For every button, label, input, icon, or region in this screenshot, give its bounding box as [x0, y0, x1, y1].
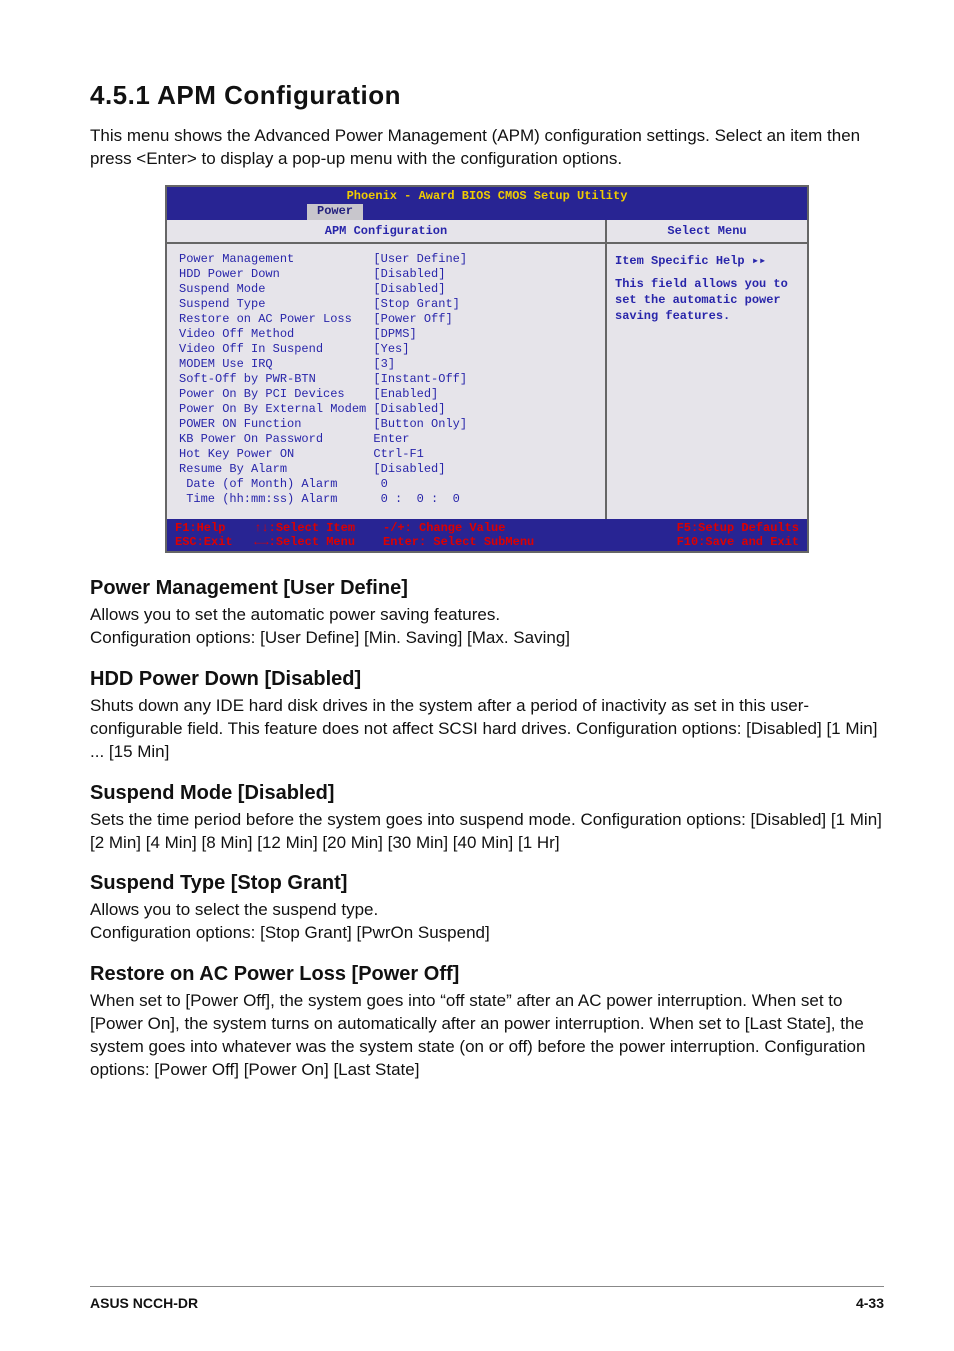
sub-heading-hdd-power-down: HDD Power Down [Disabled] — [90, 668, 884, 691]
bios-help-header: Select Menu — [607, 220, 807, 244]
bios-footer-right: F5:Setup Defaults F10:Save and Exit — [591, 521, 799, 549]
bios-title: Phoenix - Award BIOS CMOS Setup Utility — [167, 187, 807, 204]
sub-body-power-management: Allows you to set the automatic power sa… — [90, 604, 884, 650]
sub-heading-restore-ac: Restore on AC Power Loss [Power Off] — [90, 963, 884, 986]
bios-help-body: Item Specific Help ▸▸ This field allows … — [607, 244, 807, 334]
bios-help-line1: Item Specific Help ▸▸ — [615, 254, 799, 270]
bios-footer-mid: -/+: Change Value Enter: Select SubMenu — [383, 521, 591, 549]
bios-main: APM Configuration Power Management [User… — [167, 220, 607, 519]
bios-main-header: APM Configuration — [167, 220, 605, 244]
bios-footer: F1:Help ↑↓:Select Item ESC:Exit ←→:Selec… — [167, 519, 807, 551]
footer-left: ASUS NCCH-DR — [90, 1295, 198, 1311]
sub-body-hdd-power-down: Shuts down any IDE hard disk drives in t… — [90, 695, 884, 764]
sub-heading-power-management: Power Management [User Define] — [90, 577, 884, 600]
spacer — [615, 269, 799, 277]
bios-screenshot: Phoenix - Award BIOS CMOS Setup Utility … — [165, 185, 809, 553]
sub-body-suspend-type: Allows you to select the suspend type. C… — [90, 899, 884, 945]
page: 4.5.1 APM Configuration This menu shows … — [0, 0, 954, 1351]
sub-heading-suspend-mode: Suspend Mode [Disabled] — [90, 782, 884, 805]
sub-body-restore-ac: When set to [Power Off], the system goes… — [90, 990, 884, 1082]
bios-tabs: Power — [167, 204, 807, 220]
section-title: 4.5.1 APM Configuration — [90, 80, 884, 111]
sub-heading-suspend-type: Suspend Type [Stop Grant] — [90, 872, 884, 895]
sub-body-suspend-mode: Sets the time period before the system g… — [90, 809, 884, 855]
bios-body: APM Configuration Power Management [User… — [167, 220, 807, 519]
bios-help-text: This field allows you to set the automat… — [615, 277, 799, 324]
bios-config[interactable]: Power Management [User Define] HDD Power… — [167, 244, 605, 519]
footer-right: 4-33 — [856, 1295, 884, 1311]
bios-help: Select Menu Item Specific Help ▸▸ This f… — [607, 220, 807, 519]
section-intro: This menu shows the Advanced Power Manag… — [90, 125, 884, 171]
page-footer: ASUS NCCH-DR 4-33 — [90, 1286, 884, 1311]
bios-tab-power[interactable]: Power — [307, 204, 363, 220]
bios-footer-left: F1:Help ↑↓:Select Item ESC:Exit ←→:Selec… — [175, 521, 383, 549]
